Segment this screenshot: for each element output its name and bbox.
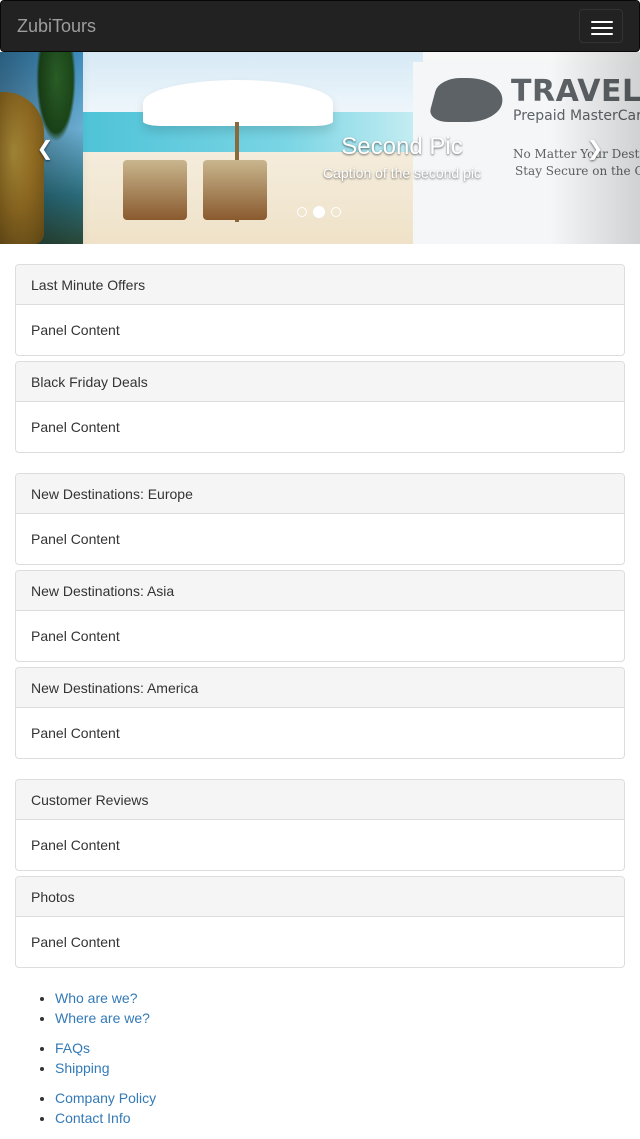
contact-info-link[interactable]: Contact Info bbox=[55, 1110, 131, 1126]
footer-link-group: Company Policy Contact Info bbox=[0, 1088, 640, 1128]
carousel-caption: Second Pic Caption of the second pic bbox=[0, 132, 640, 183]
panel-heading: Customer Reviews bbox=[16, 780, 624, 820]
panel-new-destinations-europe: New Destinations: Europe Panel Content bbox=[15, 473, 625, 565]
who-are-we-link[interactable]: Who are we? bbox=[55, 990, 137, 1006]
panel-heading: New Destinations: America bbox=[16, 668, 624, 708]
footer-link-item: Contact Info bbox=[55, 1108, 640, 1128]
carousel-indicator[interactable] bbox=[297, 207, 307, 217]
panel-heading: New Destinations: Asia bbox=[16, 571, 624, 611]
carousel-indicator[interactable] bbox=[331, 207, 341, 217]
footer-link-item: Where are we? bbox=[55, 1008, 640, 1028]
panel-customer-reviews: Customer Reviews Panel Content bbox=[15, 779, 625, 871]
panel-body: Panel Content bbox=[31, 934, 120, 950]
caption-title: Second Pic bbox=[341, 133, 463, 160]
shipping-link[interactable]: Shipping bbox=[55, 1060, 110, 1076]
carousel-indicators bbox=[297, 206, 341, 218]
caption-text: Caption of the second pic bbox=[323, 165, 481, 181]
image-carousel: TRAVELEF Prepaid MasterCar No Matter You… bbox=[0, 52, 640, 244]
panel-new-destinations-america: New Destinations: America Panel Content bbox=[15, 667, 625, 759]
footer-link-item: FAQs bbox=[55, 1038, 640, 1058]
panel-body: Panel Content bbox=[31, 837, 120, 853]
panel-heading: Last Minute Offers bbox=[16, 265, 624, 305]
footer-link-item: Company Policy bbox=[55, 1088, 640, 1108]
footer-link-group: FAQs Shipping bbox=[0, 1038, 640, 1078]
footer-link-item: Who are we? bbox=[55, 988, 640, 1008]
navbar-toggle-button[interactable] bbox=[579, 9, 623, 43]
panel-photos: Photos Panel Content bbox=[15, 876, 625, 968]
company-policy-link[interactable]: Company Policy bbox=[55, 1090, 156, 1106]
faqs-link[interactable]: FAQs bbox=[55, 1040, 90, 1056]
footer-link-item: Shipping bbox=[55, 1058, 640, 1078]
brand-link[interactable]: ZubiTours bbox=[17, 16, 96, 36]
panel-body: Panel Content bbox=[31, 628, 120, 644]
footer-links: Who are we? Where are we? FAQs Shipping … bbox=[0, 988, 640, 1128]
panel-black-friday-deals: Black Friday Deals Panel Content bbox=[15, 361, 625, 453]
navbar: ZubiTours bbox=[0, 0, 640, 52]
panel-heading: Black Friday Deals bbox=[16, 362, 624, 402]
carousel-indicator-active[interactable] bbox=[313, 206, 325, 218]
where-are-we-link[interactable]: Where are we? bbox=[55, 1010, 150, 1026]
panel-body: Panel Content bbox=[31, 531, 120, 547]
panel-body: Panel Content bbox=[31, 725, 120, 741]
panel-heading: New Destinations: Europe bbox=[16, 474, 624, 514]
panel-last-minute-offers: Last Minute Offers Panel Content bbox=[15, 264, 625, 356]
panel-heading: Photos bbox=[16, 877, 624, 917]
panel-body: Panel Content bbox=[31, 322, 120, 338]
panel-body: Panel Content bbox=[31, 419, 120, 435]
panel-new-destinations-asia: New Destinations: Asia Panel Content bbox=[15, 570, 625, 662]
footer-link-group: Who are we? Where are we? bbox=[0, 988, 640, 1028]
